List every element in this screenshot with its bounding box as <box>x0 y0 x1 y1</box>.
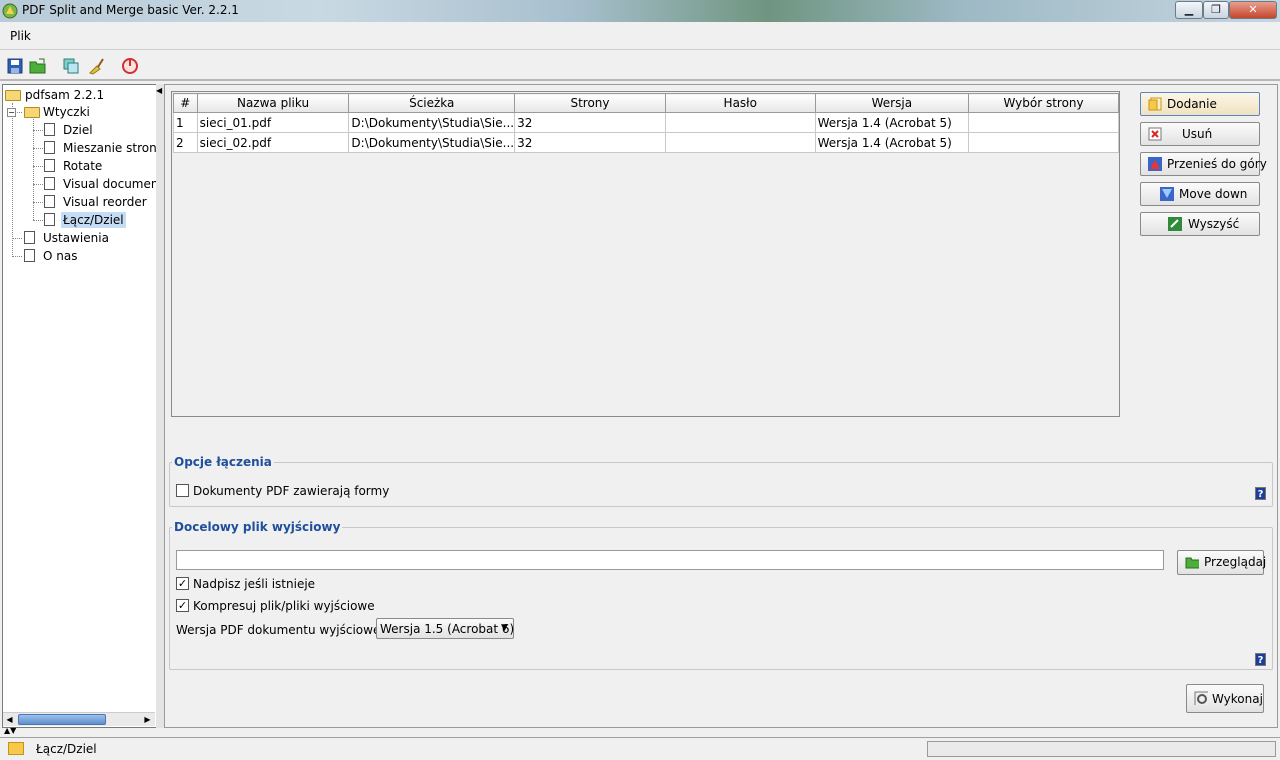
tree-root[interactable]: pdfsam 2.2.1 <box>25 87 104 103</box>
merge-options-legend: Opcje łączenia <box>172 455 274 469</box>
help-icon[interactable]: ? <box>1255 487 1266 500</box>
arrow-down-icon <box>1160 187 1174 201</box>
save-icon[interactable] <box>6 57 24 75</box>
maximize-button[interactable]: ❐ <box>1203 1 1229 19</box>
splitter-arrows-icon[interactable]: ▲▼ <box>4 727 16 735</box>
col-index[interactable]: # <box>173 93 198 113</box>
minimize-button[interactable]: ▁ <box>1175 1 1203 19</box>
scroll-left-icon[interactable]: ◀ <box>3 713 16 726</box>
cell-password[interactable] <box>664 132 816 153</box>
status-text: Łącz/Dziel <box>36 742 97 756</box>
tree-settings[interactable]: Ustawienia <box>43 230 109 246</box>
cell-filename: sieci_01.pdf <box>196 112 350 133</box>
add-file-icon <box>1148 97 1162 111</box>
tree-item-lacz-dziel[interactable]: Łącz/Dziel <box>61 212 126 228</box>
file-icon <box>44 195 55 208</box>
help-icon[interactable]: ? <box>1255 653 1266 666</box>
clean-icon[interactable] <box>87 57 105 75</box>
status-folder-icon <box>8 742 24 755</box>
file-icon <box>44 123 55 136</box>
open-folder-icon <box>1185 557 1199 569</box>
run-button[interactable]: Wykonaj <box>1186 684 1264 713</box>
folder-open-icon <box>24 107 40 118</box>
browse-button[interactable]: Przeglądaj <box>1177 550 1266 575</box>
overwrite-label: Nadpisz jeśli istnieje <box>193 577 316 591</box>
forms-checkbox[interactable] <box>176 484 189 497</box>
cell-path: D:\Dokumenty\Studia\Sie... <box>348 112 516 133</box>
menu-bar: Plik <box>0 22 1280 50</box>
menu-file[interactable]: Plik <box>10 29 31 43</box>
remove-button[interactable]: Usuń <box>1140 122 1260 146</box>
add-button[interactable]: Dodanie <box>1140 92 1260 116</box>
power-icon[interactable] <box>121 57 139 75</box>
file-icon <box>44 159 55 172</box>
tree-item-dziel[interactable]: Dziel <box>63 122 93 138</box>
scroll-right-icon[interactable]: ▶ <box>141 713 154 726</box>
cell-pages: 32 <box>514 112 666 133</box>
output-path-input[interactable] <box>176 550 1164 570</box>
window-title: PDF Split and Merge basic Ver. 2.2.1 <box>22 3 239 17</box>
tree-plugins[interactable]: Wtyczki <box>43 104 90 120</box>
open-folder-icon[interactable] <box>29 57 47 75</box>
file-icon <box>44 213 55 226</box>
overwrite-checkbox[interactable]: ✓ <box>176 577 189 590</box>
tree-item-visual-reorder[interactable]: Visual reorder <box>63 194 147 210</box>
close-button[interactable]: ✕ <box>1229 1 1277 19</box>
status-bar: Łącz/Dziel <box>0 737 1280 760</box>
navigation-tree: pdfsam 2.2.1 − Wtyczki Dziel Mieszanie s… <box>2 84 163 728</box>
cell-pages: 32 <box>514 132 666 153</box>
file-icon <box>24 249 35 262</box>
pdf-version-label: Wersja PDF dokumentu wyjściowego: <box>176 623 400 637</box>
tree-about[interactable]: O nas <box>43 248 77 264</box>
cell-version: Wersja 1.4 (Acrobat 5) <box>814 132 970 153</box>
copy-icon[interactable] <box>62 57 80 75</box>
file-icon <box>44 177 55 190</box>
file-icon <box>44 141 55 154</box>
compress-label: Kompresuj plik/pliki wyjściowe <box>193 599 375 613</box>
col-password[interactable]: Hasło <box>664 93 816 113</box>
arrow-up-icon <box>1148 157 1162 171</box>
move-up-button[interactable]: Przenieś do góry <box>1140 152 1267 176</box>
tree-item-rotate[interactable]: Rotate <box>63 158 102 174</box>
cell-path: D:\Dokumenty\Studia\Sie... <box>348 132 516 153</box>
table-row[interactable]: 2 sieci_02.pdf D:\Dokumenty\Studia\Sie..… <box>173 132 1119 153</box>
folder-open-icon <box>5 90 21 101</box>
tree-item-mieszanie[interactable]: Mieszanie stron <box>63 140 157 156</box>
cell-page-selection[interactable] <box>968 112 1119 133</box>
toolbar <box>0 51 1280 81</box>
tree-horizontal-scrollbar[interactable]: ◀ ▶ <box>3 712 155 726</box>
cell-index: 2 <box>173 132 198 153</box>
gear-icon <box>1194 691 1208 705</box>
compress-checkbox[interactable]: ✓ <box>176 599 189 612</box>
cell-password[interactable] <box>664 112 816 133</box>
cell-filename: sieci_02.pdf <box>196 132 350 153</box>
dropdown-arrow-icon: ▼ <box>501 623 508 633</box>
cell-version: Wersja 1.4 (Acrobat 5) <box>814 112 970 133</box>
move-down-button[interactable]: Move down <box>1140 182 1260 206</box>
col-version[interactable]: Wersja <box>814 93 970 113</box>
scroll-thumb[interactable] <box>18 714 106 725</box>
file-table[interactable]: # Nazwa pliku Ścieżka Strony Hasło Wersj… <box>171 91 1120 417</box>
remove-icon <box>1148 127 1162 141</box>
col-pages[interactable]: Strony <box>514 93 666 113</box>
table-row[interactable]: 1 sieci_01.pdf D:\Dokumenty\Studia\Sie..… <box>173 112 1119 133</box>
col-path[interactable]: Ścieżka <box>348 93 516 113</box>
col-page-selection[interactable]: Wybór strony <box>968 93 1119 113</box>
pdf-version-select[interactable]: Wersja 1.5 (Acrobat 6) ▼ <box>376 618 514 639</box>
app-logo-icon <box>2 3 18 19</box>
output-legend: Docelowy plik wyjściowy <box>172 520 343 534</box>
panel-splitter[interactable]: ◀ <box>156 84 164 728</box>
forms-label: Dokumenty PDF zawierają formy <box>193 484 390 498</box>
clear-button[interactable]: Wyszyść <box>1140 212 1260 236</box>
collapse-left-icon[interactable]: ◀ <box>156 86 162 95</box>
cell-page-selection[interactable] <box>968 132 1119 153</box>
col-filename[interactable]: Nazwa pliku <box>196 93 350 113</box>
tree-item-visual-document[interactable]: Visual document <box>63 176 163 192</box>
collapse-toggle[interactable]: − <box>7 108 16 117</box>
title-bar: PDF Split and Merge basic Ver. 2.2.1 ▁ ❐… <box>0 0 1280 22</box>
cell-index: 1 <box>173 112 198 133</box>
file-icon <box>24 231 35 244</box>
clear-icon <box>1168 217 1182 231</box>
progress-bar <box>927 741 1276 757</box>
